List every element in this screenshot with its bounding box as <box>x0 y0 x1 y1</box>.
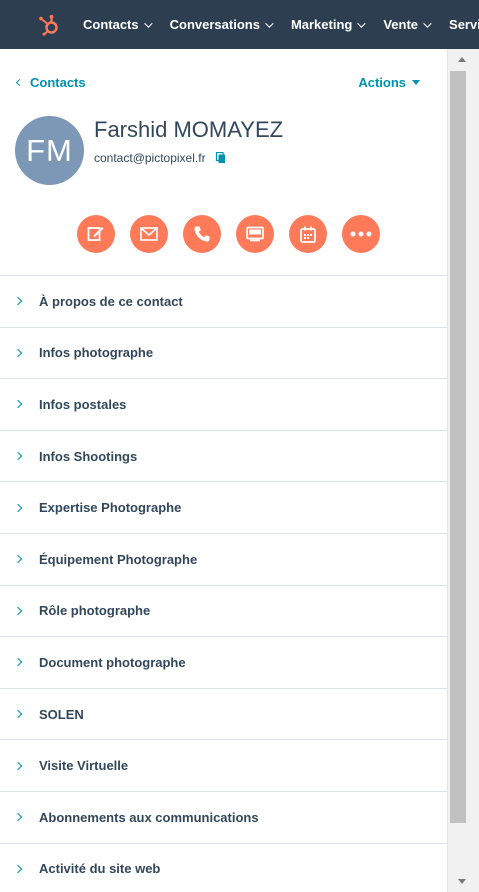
scroll-thumb[interactable] <box>450 71 466 823</box>
contact-header: Contacts Actions FM Farshid MOMAYEZ cont… <box>0 49 447 275</box>
section-a-propos[interactable]: À propos de ce contact <box>0 276 447 328</box>
chevron-right-icon <box>13 864 23 874</box>
top-navigation: Contacts Conversations Marketing Vente S… <box>0 0 479 49</box>
hubspot-logo-icon[interactable] <box>35 11 63 39</box>
section-role-photographe[interactable]: Rôle photographe <box>0 586 447 638</box>
chevron-right-icon <box>13 451 23 461</box>
section-infos-postales[interactable]: Infos postales <box>0 379 447 431</box>
meeting-button[interactable] <box>289 215 327 253</box>
chevron-right-icon <box>13 606 23 616</box>
chevron-right-icon <box>13 555 23 564</box>
phone-icon <box>194 226 210 242</box>
call-button[interactable] <box>183 215 221 253</box>
contact-email-row: contact@pictopixel.fr <box>94 151 227 165</box>
email-button[interactable] <box>130 215 168 253</box>
section-solen[interactable]: SOLEN <box>0 689 447 741</box>
chevron-right-icon <box>13 400 23 409</box>
email-icon <box>140 227 158 241</box>
copy-icon[interactable] <box>215 152 227 164</box>
contact-name[interactable]: Farshid MOMAYEZ <box>94 117 283 143</box>
note-button[interactable] <box>77 215 115 253</box>
nav-item-service[interactable]: Service <box>449 17 479 32</box>
section-document-photographe[interactable]: Document photographe <box>0 637 447 689</box>
chevron-right-icon <box>13 761 23 770</box>
nav-item-contacts[interactable]: Contacts <box>83 17 153 32</box>
edit-note-icon <box>87 227 104 241</box>
section-abonnements[interactable]: Abonnements aux communications <box>0 792 447 844</box>
section-equipement-photographe[interactable]: Équipement Photographe <box>0 534 447 586</box>
more-button[interactable] <box>342 215 380 253</box>
chevron-right-icon <box>13 348 23 358</box>
back-to-contacts-link[interactable]: Contacts <box>15 75 86 90</box>
section-visite-virtuelle[interactable]: Visite Virtuelle <box>0 740 447 792</box>
log-activity-icon <box>246 226 264 242</box>
actions-dropdown[interactable]: Actions <box>358 75 420 90</box>
calendar-icon <box>300 226 316 243</box>
more-icon <box>350 231 372 237</box>
nav-item-marketing[interactable]: Marketing <box>291 17 367 32</box>
contact-sidebar-panel: Contacts Actions FM Farshid MOMAYEZ cont… <box>0 49 447 892</box>
scroll-up-arrow-icon[interactable] <box>458 57 466 62</box>
log-activity-button[interactable] <box>236 215 274 253</box>
chevron-down-icon <box>143 18 153 28</box>
chevron-right-icon <box>13 812 23 822</box>
quick-actions <box>77 215 380 253</box>
chevron-left-icon <box>15 78 24 87</box>
contact-email[interactable]: contact@pictopixel.fr <box>94 151 206 165</box>
avatar: FM <box>15 116 84 185</box>
chevron-right-icon <box>13 503 23 512</box>
scroll-down-arrow-icon[interactable] <box>458 879 466 884</box>
chevron-right-icon <box>13 709 23 719</box>
section-infos-shootings[interactable]: Infos Shootings <box>0 431 447 483</box>
chevron-down-icon <box>357 18 367 28</box>
nav-item-vente[interactable]: Vente <box>383 17 432 32</box>
section-infos-photographe[interactable]: Infos photographe <box>0 328 447 380</box>
nav-item-conversations[interactable]: Conversations <box>170 17 274 32</box>
chevron-right-icon <box>13 297 23 306</box>
vertical-scrollbar[interactable] <box>447 49 479 892</box>
section-activite-site-web[interactable]: Activité du site web <box>0 844 447 892</box>
chevron-down-icon <box>265 18 274 28</box>
chevron-right-icon <box>13 658 23 667</box>
property-sections-list: À propos de ce contact Infos photographe… <box>0 275 447 892</box>
section-expertise-photographe[interactable]: Expertise Photographe <box>0 482 447 534</box>
chevron-down-icon <box>423 18 432 28</box>
caret-down-icon <box>412 80 420 85</box>
